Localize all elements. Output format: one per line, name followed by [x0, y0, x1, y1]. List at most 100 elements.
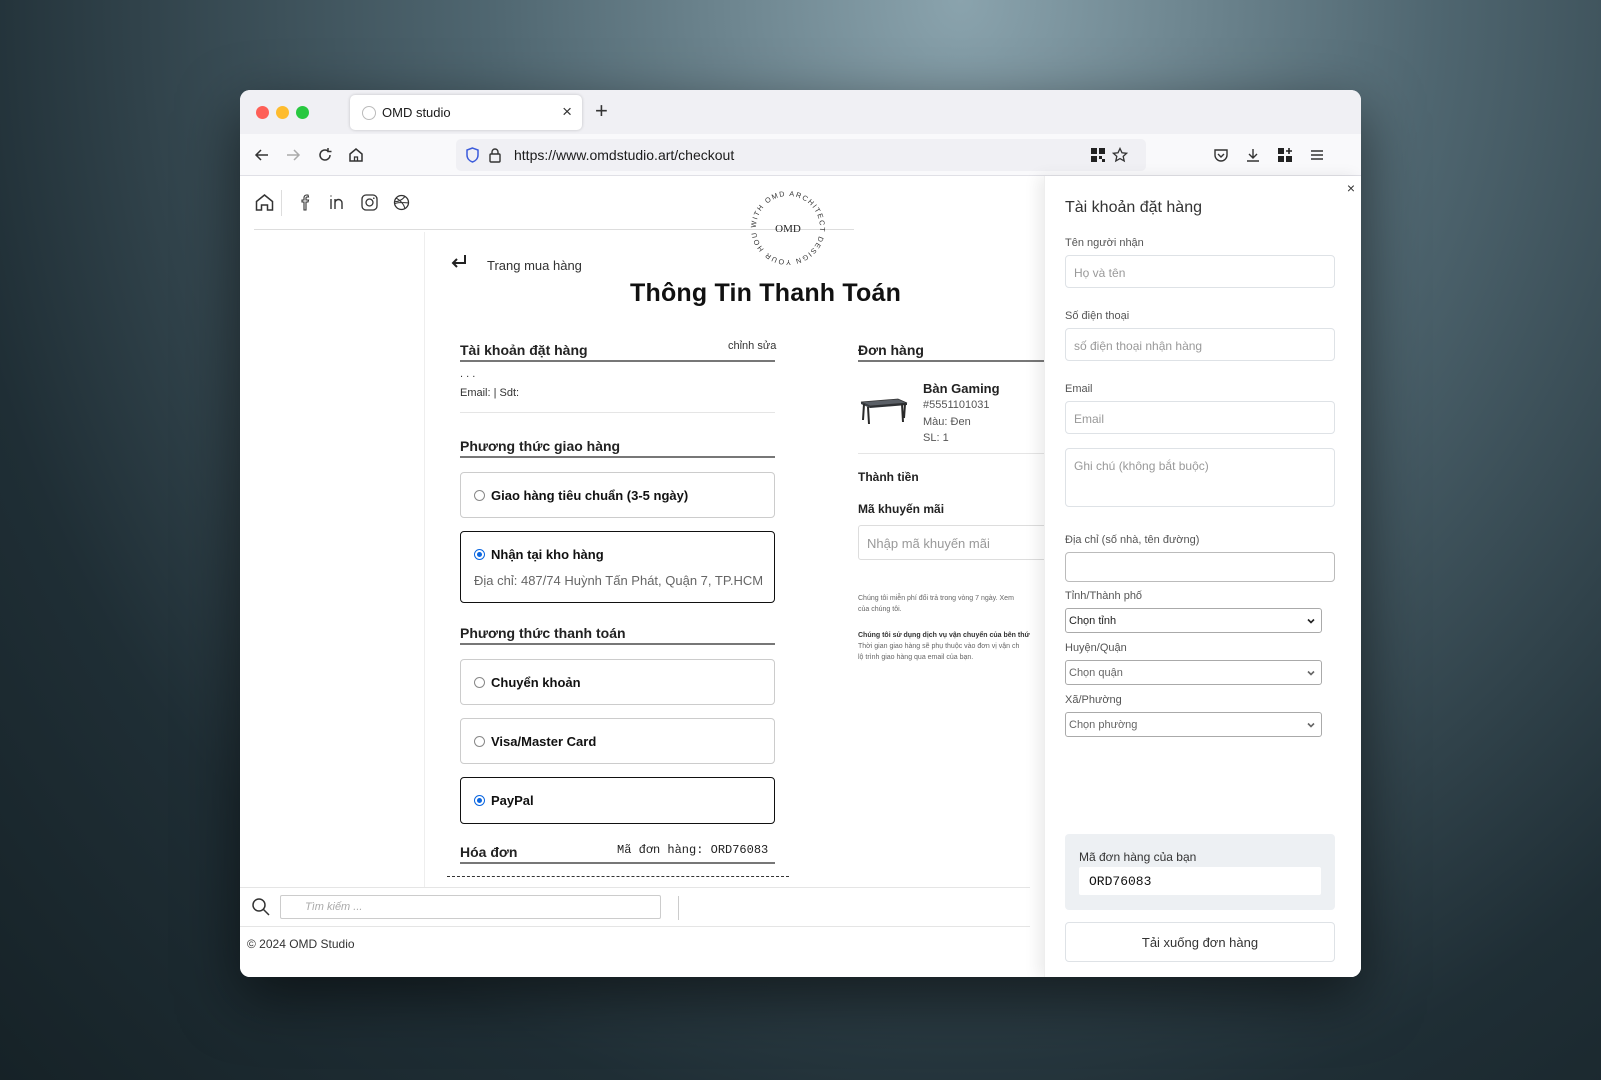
ward-select[interactable]: Chọn phường: [1065, 712, 1322, 737]
radio-button[interactable]: [474, 490, 485, 501]
payment-title: Phương thức thanh toán: [460, 625, 626, 641]
favicon-icon: [362, 106, 376, 120]
home-icon[interactable]: [344, 143, 368, 167]
account-drawer: × Tài khoản đặt hàng Tên người nhận Họ v…: [1044, 176, 1361, 977]
download-icon[interactable]: [1241, 143, 1265, 167]
product-name[interactable]: Bàn Gaming: [923, 381, 1000, 396]
account-contact: Email: | Sdt:: [460, 387, 520, 399]
radio-button[interactable]: [474, 677, 485, 688]
browser-window: OMD studio × + https://www.omdstudio.art…: [240, 90, 1361, 977]
name-field[interactable]: Họ và tên: [1065, 255, 1335, 288]
email-field[interactable]: Email: [1065, 401, 1335, 434]
subtotal-label: Thành tiền: [858, 470, 919, 484]
drawer-title: Tài khoản đặt hàng: [1065, 199, 1202, 216]
section-divider: [460, 456, 775, 458]
payment-option-transfer[interactable]: Chuyển khoản: [460, 659, 775, 705]
search-bar: Tìm kiếm ...: [240, 887, 1030, 927]
divider: [281, 190, 282, 216]
name-label: Tên người nhận: [1065, 237, 1144, 249]
tab-title: OMD studio: [382, 105, 451, 120]
address-label: Địa chỉ (số nhà, tên đường): [1065, 534, 1200, 546]
forward-icon[interactable]: [281, 143, 305, 167]
phone-placeholder: số điện thoại nhận hàng: [1074, 339, 1203, 353]
address-field[interactable]: [1065, 552, 1335, 582]
column-divider: [424, 232, 425, 892]
edit-link[interactable]: chỉnh sửa: [728, 340, 776, 352]
ward-selected: Chọn phường: [1069, 719, 1138, 731]
qr-code-icon[interactable]: [1090, 147, 1106, 168]
shield-icon[interactable]: [465, 147, 480, 168]
reload-icon[interactable]: [313, 143, 337, 167]
payment-option-label: PayPal: [491, 793, 534, 808]
order-title: Đơn hàng: [858, 342, 924, 358]
shipping-note-2: Thời gian giao hàng sẽ phụ thuộc vào đơn…: [858, 643, 1020, 650]
divider: [678, 896, 679, 920]
province-label: Tỉnh/Thành phố: [1065, 590, 1143, 602]
close-window-button[interactable]: [256, 106, 269, 119]
back-link[interactable]: Trang mua hàng: [487, 258, 582, 273]
shipping-note: Chúng tôi sử dụng dịch vụ vận chuyển của…: [858, 632, 1030, 639]
logo-text: OMD: [775, 223, 801, 235]
name-placeholder: Họ và tên: [1074, 266, 1126, 280]
zoom-window-button[interactable]: [296, 106, 309, 119]
return-icon[interactable]: [448, 252, 470, 279]
minimize-window-button[interactable]: [276, 106, 289, 119]
radio-button-selected[interactable]: [474, 795, 485, 806]
browser-tab[interactable]: OMD studio ×: [350, 95, 582, 130]
payment-option-paypal[interactable]: PayPal: [460, 777, 775, 824]
close-tab-icon[interactable]: ×: [562, 102, 572, 122]
facebook-icon[interactable]: [299, 194, 313, 216]
home-icon[interactable]: [254, 192, 275, 218]
promo-placeholder: Nhập mã khuyến mãi: [867, 536, 990, 551]
order-code-box: Mã đơn hàng của bạn ORD76083: [1065, 834, 1335, 910]
return-policy-note-2: của chúng tôi.: [858, 606, 902, 613]
lock-icon[interactable]: [488, 147, 502, 168]
instagram-icon[interactable]: [361, 194, 378, 216]
promo-code-input[interactable]: Nhập mã khuyến mãi: [858, 525, 1058, 560]
province-select[interactable]: Chọn tỉnh: [1065, 608, 1322, 633]
account-title: Tài khoản đặt hàng: [460, 342, 588, 358]
download-order-button[interactable]: Tải xuống đơn hàng: [1065, 922, 1335, 962]
district-label: Huyện/Quận: [1065, 642, 1127, 654]
payment-option-card[interactable]: Visa/Master Card: [460, 718, 775, 764]
shipping-option-standard[interactable]: Giao hàng tiêu chuẩn (3-5 ngày): [460, 472, 775, 518]
radio-button[interactable]: [474, 736, 485, 747]
district-selected: Chọn quận: [1069, 667, 1123, 679]
navigation-bar: https://www.omdstudio.art/checkout: [240, 134, 1361, 176]
invoice-title: Hóa đơn: [460, 844, 518, 860]
close-icon[interactable]: ×: [1347, 180, 1355, 196]
back-icon[interactable]: [250, 143, 274, 167]
tab-bar: OMD studio × +: [240, 90, 1361, 134]
radio-button-selected[interactable]: [474, 549, 485, 560]
bookmark-star-icon[interactable]: [1111, 146, 1129, 168]
note-textarea[interactable]: Ghi chú (không bắt buộc): [1065, 448, 1335, 507]
menu-icon[interactable]: [1305, 143, 1329, 167]
product-color: Màu: Đen: [923, 416, 971, 428]
extensions-icon[interactable]: [1273, 143, 1297, 167]
omd-logo[interactable]: WITH OMD ARCHITECT DESIGN YOUR HOUSE OMD: [745, 181, 828, 268]
new-tab-button[interactable]: +: [595, 98, 608, 124]
dribbble-icon[interactable]: [393, 194, 410, 216]
url-text[interactable]: https://www.omdstudio.art/checkout: [514, 147, 734, 163]
shipping-option-pickup[interactable]: Nhận tại kho hàng Địa chỉ: 487/74 Huỳnh …: [460, 531, 775, 603]
order-code-value: ORD76083: [1089, 874, 1152, 889]
product-quantity: SL: 1: [923, 432, 949, 444]
phone-label: Số điện thoại: [1065, 310, 1130, 322]
search-input[interactable]: Tìm kiếm ...: [280, 895, 661, 919]
chevron-down-icon: [1305, 614, 1317, 632]
phone-field[interactable]: số điện thoại nhận hàng: [1065, 328, 1335, 361]
address-bar[interactable]: https://www.omdstudio.art/checkout: [456, 139, 1146, 171]
search-icon[interactable]: [251, 897, 271, 922]
linkedin-icon[interactable]: [329, 194, 347, 215]
ward-label: Xã/Phường: [1065, 694, 1122, 706]
return-policy-note: Chúng tôi miễn phí đổi trả trong vòng 7 …: [858, 595, 1014, 602]
order-code-field[interactable]: ORD76083: [1079, 867, 1321, 895]
section-divider: [460, 862, 775, 864]
page-title: Thông Tin Thanh Toán: [630, 279, 902, 307]
note-placeholder: Ghi chú (không bắt buộc): [1074, 459, 1209, 473]
district-select[interactable]: Chọn quận: [1065, 660, 1322, 685]
pocket-icon[interactable]: [1209, 143, 1233, 167]
chevron-down-icon: [1305, 718, 1317, 736]
divider: [460, 412, 775, 413]
payment-option-label: Visa/Master Card: [491, 734, 597, 749]
